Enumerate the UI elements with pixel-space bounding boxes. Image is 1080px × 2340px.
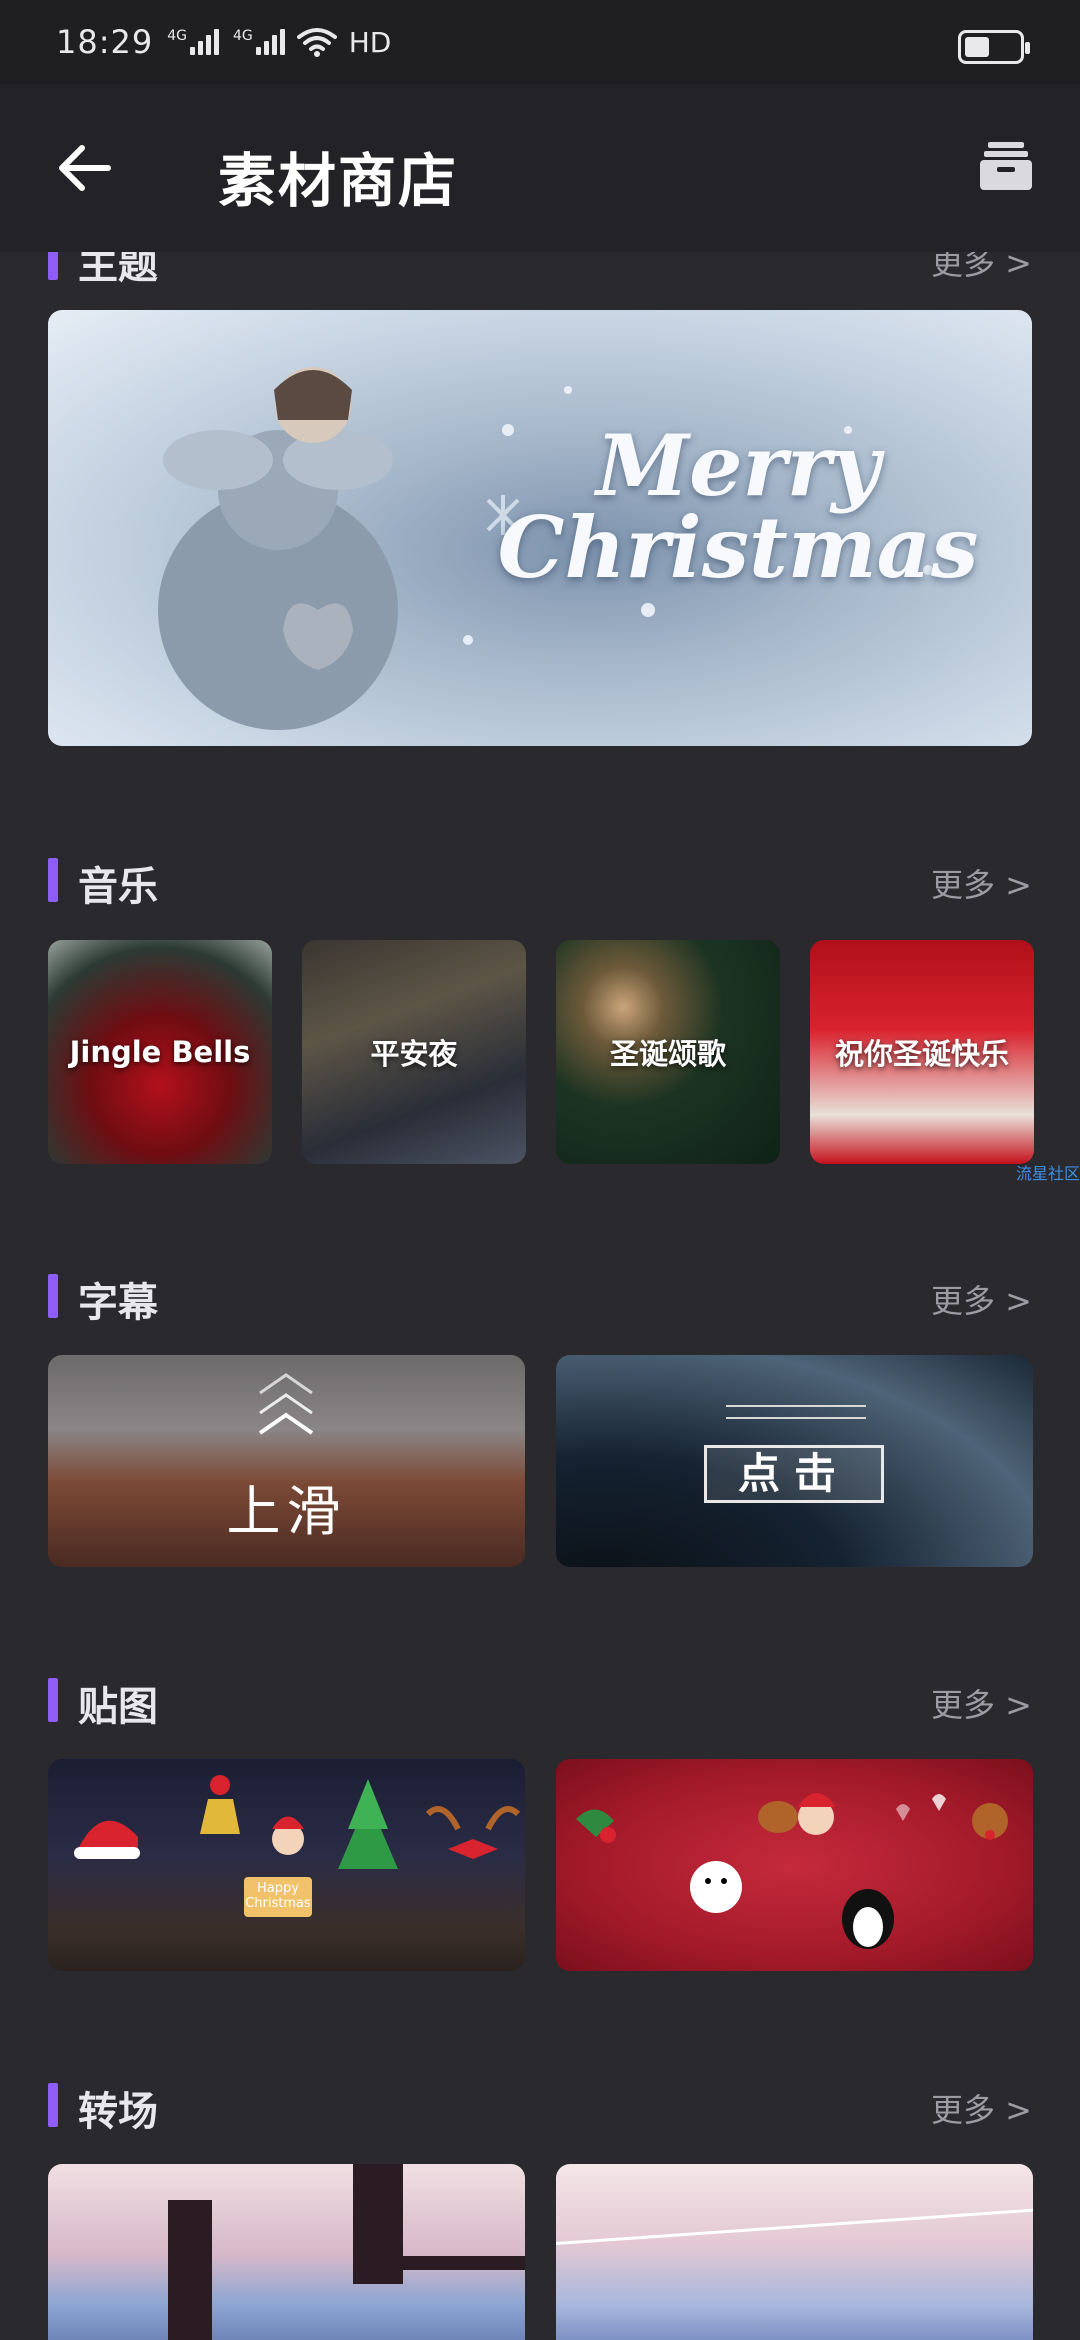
section-accent-bar — [48, 1274, 58, 1318]
music-card-merry-christmas[interactable]: 祝你圣诞快乐 — [810, 940, 1034, 1164]
signal-bars-icon — [255, 29, 285, 55]
subtitle-card-label: 上滑 — [226, 1480, 347, 1543]
section-title: 主题 — [78, 252, 158, 288]
music-card-silent-night[interactable]: 平安夜 — [302, 940, 526, 1164]
music-card-label: 圣诞颂歌 — [609, 1037, 726, 1071]
section-theme-header: 主题 更多 > — [48, 252, 1032, 288]
signal-1: 4G — [167, 29, 219, 55]
section-transition-header: 转场 更多 > — [48, 2079, 1032, 2135]
page-title: 素材商店 — [218, 147, 459, 215]
section-accent-bar — [48, 858, 58, 902]
back-arrow-icon[interactable] — [56, 142, 112, 194]
transition-card-1[interactable] — [48, 2164, 525, 2340]
music-card-jingle-bells[interactable]: Jingle Bells — [48, 940, 272, 1164]
battery-fill — [965, 37, 989, 57]
click-line-deco — [726, 1417, 866, 1419]
watermark-text: 流星社区 — [1015, 1164, 1080, 1183]
click-line-deco — [726, 1405, 866, 1407]
christmas-stickers — [74, 1775, 521, 1917]
section-title: 转场 — [78, 2089, 158, 2135]
content-scroll[interactable]: 主题 更多 > Merry Christmas 音乐 更多 > Jingle B… — [0, 252, 1080, 2340]
section-sticker-header: 贴图 更多 > — [48, 1674, 1032, 1730]
more-link[interactable]: 更多 > — [931, 252, 1032, 284]
section-title: 贴图 — [78, 1684, 158, 1730]
subtitle-card-swipe-up[interactable]: 上滑 — [48, 1355, 525, 1567]
more-link[interactable]: 更多 > — [931, 860, 1032, 906]
sticker-card-red[interactable] — [556, 1759, 1033, 1971]
transition-block — [353, 2256, 525, 2270]
more-link[interactable]: 更多 > — [931, 2085, 1032, 2131]
cartoon-stickers — [576, 1793, 1008, 1949]
more-link[interactable]: 更多 > — [931, 1276, 1032, 1322]
banner-title: Merry Christmas — [497, 416, 979, 598]
subtitle-card-click[interactable]: 点击 — [556, 1355, 1033, 1567]
section-title: 字幕 — [78, 1280, 158, 1326]
section-subtitle-header: 字幕 更多 > — [48, 1270, 1032, 1326]
section-accent-bar — [48, 1678, 58, 1722]
section-accent-bar — [48, 2083, 58, 2127]
section-accent-bar — [48, 252, 58, 280]
music-card-carol[interactable]: 圣诞颂歌 — [556, 940, 780, 1164]
music-card-label: Jingle Bells — [69, 1035, 251, 1069]
hd-indicator: HD — [348, 25, 392, 59]
signal-bars-icon — [189, 29, 219, 55]
happy-christmas-text: Happy Christmas — [245, 1881, 311, 1911]
theme-banner-christmas[interactable]: Merry Christmas — [48, 310, 1032, 746]
storage-box-icon[interactable] — [980, 142, 1032, 190]
signal-2: 4G — [233, 29, 285, 55]
wifi-icon — [296, 28, 337, 57]
section-music-header: 音乐 更多 > — [48, 854, 1032, 910]
battery-icon — [958, 30, 1030, 64]
status-time: 18:29 — [56, 23, 154, 61]
app-bar: 素材商店 — [0, 84, 1080, 252]
music-card-label: 祝你圣诞快乐 — [834, 1037, 1009, 1071]
section-title: 音乐 — [78, 864, 158, 910]
status-bar: 18:29 4G 4G HD — [0, 0, 1080, 84]
transition-line — [556, 2207, 1033, 2245]
music-card-label: 平安夜 — [370, 1037, 458, 1071]
subtitle-card-label: 点击 — [704, 1445, 884, 1503]
sticker-card-christmas-night[interactable]: Happy Christmas — [48, 1759, 525, 1971]
transition-card-2[interactable] — [556, 2164, 1033, 2340]
transition-block — [168, 2200, 212, 2340]
more-link[interactable]: 更多 > — [931, 1680, 1032, 1726]
